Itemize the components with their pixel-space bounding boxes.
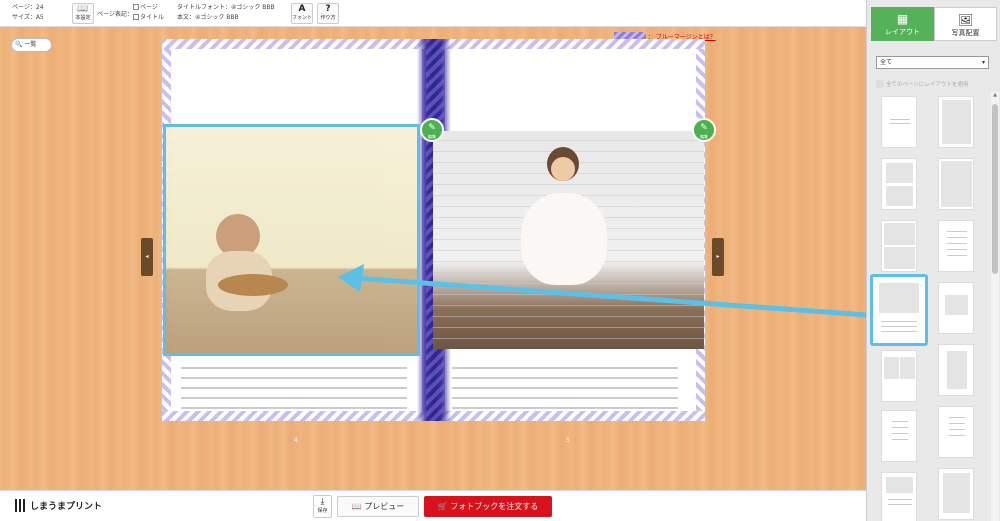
edit-right-photo-button[interactable]: ✎ 編集: [692, 118, 716, 142]
layout-grid-icon: ▦: [896, 12, 909, 26]
layout-thumbnail[interactable]: [938, 220, 974, 272]
book-icon: 📖: [351, 502, 362, 511]
preview-button[interactable]: 📖 プレビュー: [337, 496, 419, 517]
title-font: タイトルフォント：④ゴシック BBB: [177, 4, 275, 11]
layout-thumbnail-selected[interactable]: [870, 274, 928, 346]
body-font: 本文：④ゴシック BBB: [177, 14, 239, 21]
page-display-label: ページ表記：: [97, 11, 133, 18]
layout-thumbnail[interactable]: [881, 158, 917, 210]
layout-panel: ▦ レイアウト 🖼 写真配置 全て ▾ 全てのページにレイアウトを適用 ▲: [866, 0, 1000, 521]
download-icon: ⤓: [320, 497, 325, 507]
prev-page-button[interactable]: ◂: [141, 238, 153, 276]
tab-layout[interactable]: ▦ レイアウト: [871, 7, 934, 41]
edit-left-photo-button[interactable]: ✎ 編集: [420, 118, 444, 142]
layout-thumbnail-list: [867, 92, 991, 521]
layout-thumbnail[interactable]: [938, 344, 974, 396]
layout-thumbnail[interactable]: [881, 220, 917, 272]
title-checkbox[interactable]: タイトル: [133, 14, 164, 22]
top-toolbar: ページ：24 サイズ：A5 📖 本設定 ページ表記： ページ タイトル タイトル…: [0, 0, 866, 27]
howto-button[interactable]: ? 作り方: [317, 3, 339, 24]
brand-logo: しまうまプリント: [15, 499, 102, 512]
cart-icon: 🛒: [437, 502, 448, 511]
pencil-icon: ✎: [428, 123, 436, 133]
right-caption-area[interactable]: [452, 367, 678, 417]
magnifier-icon: 🔍: [15, 41, 23, 48]
order-photobook-button[interactable]: 🛒 フォトブックを注文する: [424, 496, 552, 517]
save-button[interactable]: ⤓ 保存: [313, 495, 332, 518]
layout-thumbnail[interactable]: [938, 158, 974, 210]
drag-hint-arrow: [338, 264, 868, 318]
page-count: ページ：24: [12, 4, 44, 11]
apply-all-pages-checkbox[interactable]: 全てのページにレイアウトを適用: [876, 80, 968, 88]
page-number-checkbox[interactable]: ページ: [133, 4, 158, 12]
layout-thumbnail[interactable]: [881, 472, 917, 521]
chevron-right-icon: ▸: [716, 253, 720, 260]
book-settings-button[interactable]: 📖 本設定: [72, 3, 94, 24]
left-page-number: 4: [294, 437, 298, 444]
layout-thumbnail[interactable]: [938, 96, 974, 148]
chevron-left-icon: ◂: [145, 253, 149, 260]
layout-filter-select[interactable]: 全て ▾: [876, 56, 989, 69]
question-icon: ?: [325, 4, 331, 14]
bottom-bar: しまうまプリント ⤓ 保存 📖 プレビュー 🛒 フォトブックを注文する: [0, 490, 866, 521]
book-info: ページ：24 サイズ：A5: [12, 3, 44, 23]
scroll-up-icon[interactable]: ▲: [991, 92, 999, 98]
font-icon: A: [298, 4, 306, 14]
layout-thumbnail[interactable]: [881, 96, 917, 148]
add-image-icon: 🖼: [957, 13, 974, 27]
layout-thumbnail[interactable]: [938, 406, 974, 458]
layout-thumbnail[interactable]: [881, 350, 917, 402]
layout-thumbnail[interactable]: [938, 468, 974, 520]
logo-icon: [15, 499, 26, 512]
pencil-icon: ✎: [700, 123, 708, 133]
tab-photo-placement[interactable]: 🖼 写真配置: [934, 7, 997, 41]
font-info: タイトルフォント：④ゴシック BBB 本文：④ゴシック BBB: [177, 3, 275, 23]
book-size: サイズ：A5: [12, 14, 44, 21]
left-caption-area[interactable]: [181, 367, 407, 417]
list-view-button[interactable]: 🔍 一覧: [11, 38, 52, 52]
layout-list-scrollbar[interactable]: ▲: [991, 92, 999, 521]
chevron-down-icon: ▾: [981, 59, 985, 66]
layout-thumbnail[interactable]: [938, 282, 974, 334]
layout-thumbnail[interactable]: [881, 410, 917, 462]
right-page-number: 5: [566, 437, 570, 444]
font-button[interactable]: A フォント: [291, 3, 313, 24]
book-icon: 📖: [77, 4, 89, 14]
